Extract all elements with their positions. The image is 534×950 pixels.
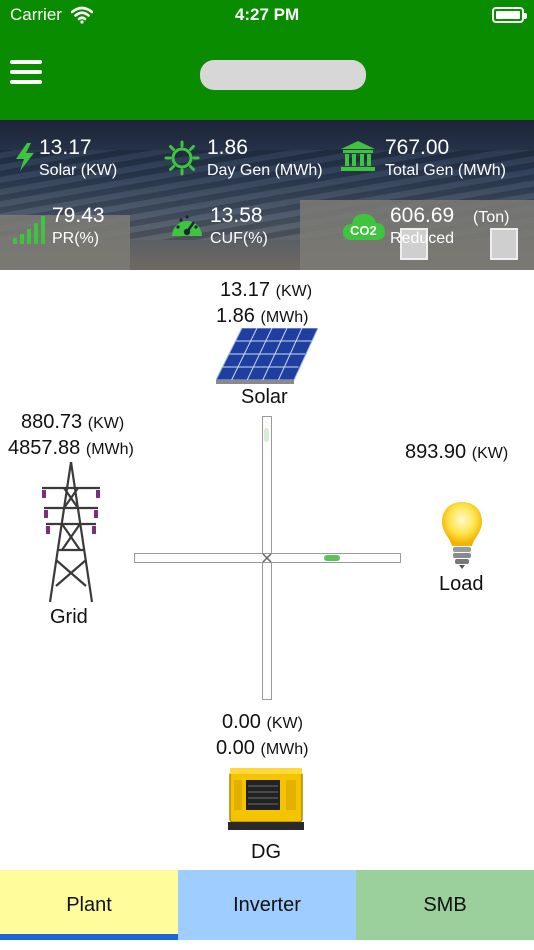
hamburger-menu-icon[interactable] — [10, 60, 42, 88]
battery-icon — [492, 7, 527, 23]
dg-label: DG — [251, 841, 281, 863]
load-flow-indicator — [324, 555, 340, 561]
diesel-generator-icon — [228, 768, 304, 830]
app-header: Carrier 4:27 PM — [0, 0, 534, 120]
stat-label: CUF(%) — [210, 230, 268, 247]
solar-flow-indicator — [264, 428, 269, 442]
stat-label: Solar (KW) — [39, 162, 118, 179]
svg-text:CO2: CO2 — [350, 223, 377, 238]
active-tab-indicator — [0, 934, 178, 940]
load-label: Load — [439, 573, 484, 595]
dg-mwh-readout: 0.00 (MWh) — [216, 737, 309, 759]
load-kw-readout: 893.90 (KW) — [405, 441, 509, 463]
junction-icon — [262, 553, 272, 563]
stat-value: 13.17 — [39, 136, 92, 159]
bank-icon — [341, 141, 375, 171]
dg-kw-readout: 0.00 (KW) — [222, 711, 303, 733]
transmission-tower-icon — [42, 461, 100, 603]
stat-value: 1.86 — [207, 136, 248, 159]
stat-label: Reduced — [390, 230, 455, 247]
status-bar: Carrier 4:27 PM — [0, 0, 534, 32]
light-bulb-icon — [442, 502, 482, 569]
sun-icon — [164, 140, 200, 176]
co2-cloud-icon: CO2 — [342, 214, 385, 240]
tab-smb[interactable]: SMB — [356, 870, 534, 940]
grid-mwh-readout: 4857.88 (MWh) — [8, 437, 134, 459]
status-time: 4:27 PM — [234, 5, 300, 24]
signal-bars-icon — [13, 216, 45, 244]
solar-mwh-readout: 1.86 (MWh) — [216, 305, 309, 327]
stats-banner: 13.17 Solar (KW) 1.86 Day Gen (MWh) 767.… — [0, 120, 534, 270]
gauge-icon — [172, 215, 202, 236]
stat-label: Total Gen (MWh) — [385, 162, 506, 179]
grid-kw-readout: 880.73 (KW) — [21, 411, 125, 433]
solar-panel-icon — [216, 328, 318, 384]
stat-value: 13.58 — [210, 204, 263, 227]
stat-label: Day Gen (MWh) — [207, 162, 323, 179]
tab-plant[interactable]: Plant — [0, 870, 178, 940]
grid-label: Grid — [50, 606, 88, 628]
stat-label: PR(%) — [52, 230, 100, 247]
stat-value: 606.69 — [390, 204, 455, 227]
bottom-tab-bar: Plant Inverter SMB — [0, 870, 534, 950]
tab-inverter[interactable]: Inverter — [178, 870, 356, 940]
stat-value: 79.43 — [52, 204, 105, 227]
solar-label: Solar — [241, 386, 288, 408]
solar-kw-readout: 13.17 (KW) — [220, 279, 313, 301]
stat-value: 767.00 — [385, 136, 450, 159]
stat-unit: (Ton) — [473, 209, 510, 226]
page-title — [200, 60, 366, 90]
lightning-icon — [16, 143, 34, 171]
